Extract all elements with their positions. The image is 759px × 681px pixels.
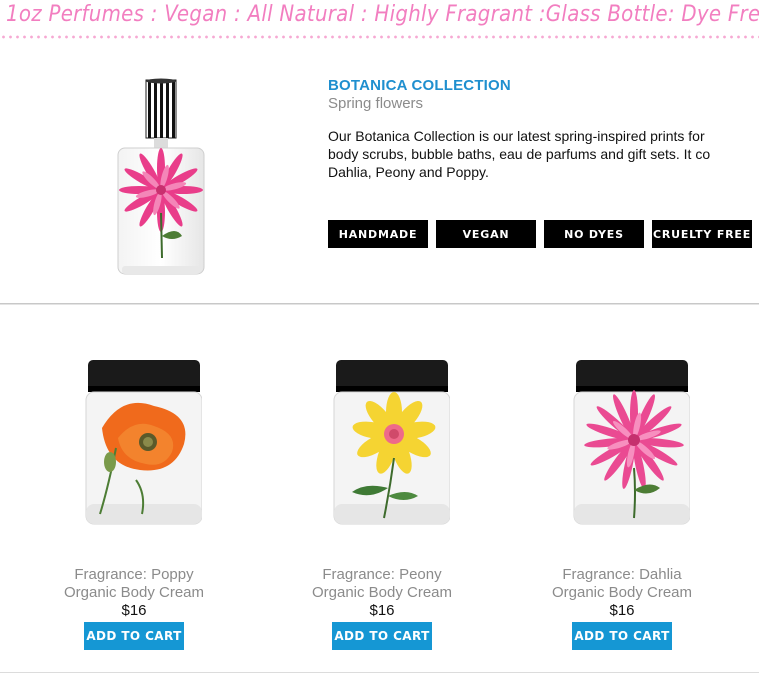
product-fragrance: Fragrance: Poppy bbox=[74, 566, 194, 583]
product-fragrance: Fragrance: Dahlia bbox=[562, 566, 682, 583]
product-price: $16 bbox=[609, 602, 635, 619]
product-fragrance: Fragrance: Peony bbox=[322, 566, 442, 583]
product-name: Organic Body Cream bbox=[311, 584, 453, 601]
tag-cruelty-free: CRUELTY FREE bbox=[652, 220, 752, 248]
product-card-peony: Fragrance: Peony Organic Body Cream $16 … bbox=[292, 350, 472, 650]
perfume-bottle-image bbox=[117, 78, 205, 275]
collection-description: Our Botanica Collection is our latest sp… bbox=[328, 127, 759, 187]
product-card-poppy: Fragrance: Poppy Organic Body Cream $16 … bbox=[44, 350, 224, 650]
bottom-divider bbox=[0, 672, 759, 673]
description-line: body scrubs, bubble baths, eau de parfum… bbox=[328, 146, 711, 162]
description-line: Our Botanica Collection is our latest sp… bbox=[328, 128, 705, 144]
product-card-dahlia: Fragrance: Dahlia Organic Body Cream $16… bbox=[532, 350, 712, 650]
tag-handmade: HANDMADE bbox=[328, 220, 428, 248]
add-to-cart-button[interactable]: ADD TO CART bbox=[84, 622, 184, 650]
collection-subtitle: Spring flowers bbox=[328, 95, 424, 112]
product-price: $16 bbox=[121, 602, 147, 619]
collection-title: BOTANICA COLLECTION bbox=[328, 77, 511, 94]
product-name: Organic Body Cream bbox=[551, 584, 693, 601]
add-to-cart-button[interactable]: ADD TO CART bbox=[572, 622, 672, 650]
poppy-jar-image[interactable] bbox=[66, 350, 202, 530]
banner-dotted-border bbox=[0, 35, 759, 39]
section-divider bbox=[0, 303, 759, 304]
dahlia-jar-image[interactable] bbox=[554, 350, 690, 530]
add-to-cart-button[interactable]: ADD TO CART bbox=[332, 622, 432, 650]
peony-jar-image[interactable] bbox=[314, 350, 450, 530]
tag-no-dyes: NO DYES bbox=[544, 220, 644, 248]
top-banner: 1oz Perfumes : Vegan : All Natural : Hig… bbox=[0, 0, 759, 44]
product-name: Organic Body Cream bbox=[63, 584, 205, 601]
description-line: Dahlia, Peony and Poppy. bbox=[328, 164, 489, 180]
tag-vegan: VEGAN bbox=[436, 220, 536, 248]
product-price: $16 bbox=[369, 602, 395, 619]
banner-text: 1oz Perfumes : Vegan : All Natural : Hig… bbox=[6, 2, 759, 27]
